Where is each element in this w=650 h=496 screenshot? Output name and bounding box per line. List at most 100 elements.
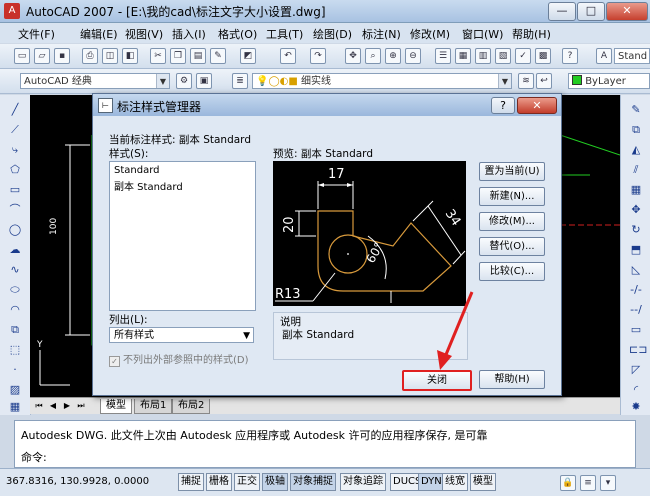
autocad-logo-icon[interactable]: A [4,3,20,19]
menu-insert[interactable]: 插入(I) [172,26,206,42]
new-style-button[interactable]: 新建(N)... [479,187,545,206]
polyline-icon[interactable]: ⤷ [8,143,22,157]
last-tab-icon[interactable]: ⏭ [76,400,86,411]
command-prompt[interactable]: 命令: [21,449,47,465]
offset-icon[interactable]: ⫽ [629,163,643,177]
scale-icon[interactable]: ⬒ [629,243,643,257]
tab-layout2[interactable]: 布局2 [172,399,211,414]
menu-draw[interactable]: 绘图(D) [313,26,352,42]
polygon-icon[interactable]: ⬠ [8,163,22,177]
workspace-save-icon[interactable]: ▣ [196,73,212,89]
set-current-button[interactable]: 置为当前(U) [479,162,545,181]
make-block-icon[interactable]: ⬚ [8,343,22,357]
zoom-previous-icon[interactable]: ⊖ [405,48,421,64]
calculator-icon[interactable]: ▩ [535,48,551,64]
arc-icon[interactable]: ⌒ [8,203,22,217]
prev-tab-icon[interactable]: ◀ [48,400,58,411]
copy-icon[interactable]: ❐ [170,48,186,64]
block-editor-icon[interactable]: ◩ [240,48,256,64]
otrack-toggle[interactable]: 对象追踪 [340,473,386,491]
redo-icon[interactable]: ↷ [310,48,326,64]
menu-window[interactable]: 窗口(W) [462,26,503,42]
revision-cloud-icon[interactable]: ☁ [8,243,22,257]
new-file-icon[interactable]: ▭ [14,48,30,64]
ortho-toggle[interactable]: 正交 [234,473,260,491]
lineweight-toggle[interactable]: 线宽 [442,473,468,491]
properties-icon[interactable]: ☰ [435,48,451,64]
pan-icon[interactable]: ✥ [345,48,361,64]
design-center-icon[interactable]: ▦ [455,48,471,64]
layer-previous-icon[interactable]: ↩ [536,73,552,89]
rotate-icon[interactable]: ↻ [629,223,643,237]
model-space-toggle[interactable]: 模型 [470,473,496,491]
first-tab-icon[interactable]: ⏮ [34,400,44,411]
mirror-icon[interactable]: ◭ [629,143,643,157]
cut-icon[interactable]: ✂ [150,48,166,64]
modify-style-button[interactable]: 修改(M)... [479,212,545,231]
close-window-button[interactable]: ✕ [606,2,648,21]
dialog-close-x-button[interactable]: ✕ [517,97,557,114]
command-window[interactable]: Autodesk DWG. 此文件上次由 Autodesk 应用程序或 Auto… [14,420,636,468]
next-tab-icon[interactable]: ▶ [62,400,72,411]
print-preview-icon[interactable]: ◫ [102,48,118,64]
polar-toggle[interactable]: 极轴 [262,473,288,491]
menu-modify[interactable]: 修改(M) [410,26,450,42]
zoom-realtime-icon[interactable]: ⌕ [365,48,381,64]
color-combo[interactable]: ByLayer [568,73,650,89]
layer-combo[interactable]: 💡◯◐■ 细实线 ▼ [252,73,512,89]
break-icon[interactable]: ▭ [629,323,643,337]
text-style-combo[interactable]: Stand [614,48,650,64]
snap-toggle[interactable]: 捕捉 [178,473,204,491]
undo-icon[interactable]: ↶ [280,48,296,64]
override-style-button[interactable]: 替代(O)... [479,237,545,256]
menu-view[interactable]: 视图(V) [125,26,163,42]
array-icon[interactable]: ▦ [629,183,643,197]
layer-manager-icon[interactable]: ≣ [232,73,248,89]
explode-icon[interactable]: ✸ [629,400,643,414]
coordinate-readout[interactable]: 367.8316, 130.9928, 0.0000 [6,476,149,487]
ellipse-icon[interactable]: ⬭ [8,283,22,297]
erase-icon[interactable]: ✎ [629,103,643,117]
point-icon[interactable]: · [8,363,22,377]
copy-object-icon[interactable]: ⧉ [629,123,643,137]
menu-edit[interactable]: 编辑(E) [80,26,118,42]
construction-line-icon[interactable]: ⟋ [8,123,22,137]
style-item-standard[interactable]: Standard [114,165,160,176]
help-icon[interactable]: ? [562,48,578,64]
publish-icon[interactable]: ◧ [122,48,138,64]
print-icon[interactable]: ⎙ [82,48,98,64]
fillet-icon[interactable]: ◜ [629,383,643,397]
menu-dimension[interactable]: 标注(N) [362,26,401,42]
status-menu-icon[interactable]: ▾ [600,475,616,491]
list-filter-select[interactable]: 所有样式 ▼ [109,327,254,343]
styles-listbox[interactable]: Standard 副本 Standard [109,161,256,311]
save-icon[interactable]: ▪ [54,48,70,64]
help-button[interactable]: 帮助(H) [479,370,545,389]
insert-block-icon[interactable]: ⧉ [8,323,22,337]
maximize-button[interactable]: □ [577,2,605,21]
lock-icon[interactable]: 🔒 [560,475,576,491]
dialog-title-bar[interactable]: ⊢ 标注样式管理器 ? ✕ [93,94,561,116]
join-icon[interactable]: ⊏⊐ [629,343,647,357]
circle-icon[interactable]: ◯ [8,223,22,237]
menu-help[interactable]: 帮助(H) [512,26,551,42]
chamfer-icon[interactable]: ◸ [629,363,643,377]
match-properties-icon[interactable]: ✎ [210,48,226,64]
workspace-settings-icon[interactable]: ⚙ [176,73,192,89]
close-dialog-button[interactable]: 关闭 [402,370,472,391]
tab-layout1[interactable]: 布局1 [134,399,173,414]
exclude-xref-checkbox[interactable]: ✓ 不列出外部参照中的样式(D) [109,351,249,367]
sheet-set-icon[interactable]: ▧ [495,48,511,64]
hatch-icon[interactable]: ▨ [8,383,22,397]
rectangle-icon[interactable]: ▭ [8,183,22,197]
menu-tools[interactable]: 工具(T) [266,26,303,42]
grid-toggle[interactable]: 栅格 [206,473,232,491]
line-icon[interactable]: ╱ [8,103,22,117]
workspace-combo[interactable]: AutoCAD 经典 ▼ [20,73,170,89]
menu-file[interactable]: 文件(F) [18,26,55,42]
minimize-button[interactable]: — [548,2,576,21]
osnap-toggle[interactable]: 对象捕捉 [290,473,336,491]
tool-palettes-icon[interactable]: ▥ [475,48,491,64]
tab-model[interactable]: 模型 [100,399,132,414]
ellipse-arc-icon[interactable]: ◠ [8,303,22,317]
